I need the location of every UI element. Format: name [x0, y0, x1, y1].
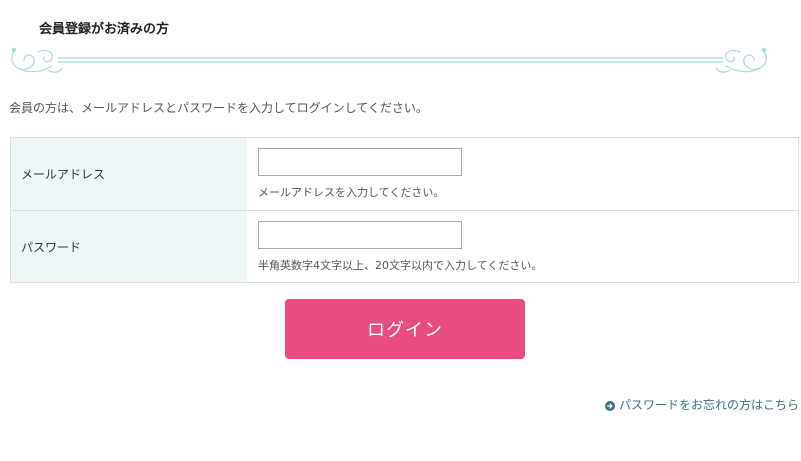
section-title: 会員登録がお済みの方	[39, 22, 170, 37]
forgot-password-label: パスワードをお忘れの方はこちら	[618, 398, 799, 412]
password-field[interactable]	[258, 221, 462, 249]
intro-text: 会員の方は、メールアドレスとパスワードを入力してログインしてください。	[9, 101, 428, 115]
email-hint: メールアドレスを入力してください。	[258, 186, 445, 199]
password-label: パスワード	[21, 240, 82, 254]
email-label-cell: メールアドレス	[11, 138, 247, 210]
decorative-divider	[11, 47, 767, 73]
login-page: 会員登録がお済みの方 会員の方は、メールアドレスとパスワードを入力してログインし…	[0, 0, 801, 461]
email-label: メールアドレス	[21, 167, 106, 182]
email-row: メールアドレス メールアドレスを入力してください。	[11, 138, 798, 211]
circle-arrow-right-icon	[604, 400, 615, 411]
password-input-cell: 半角英数字4文字以上、20文字以内で入力してください。	[247, 211, 798, 282]
password-label-cell: パスワード	[11, 211, 247, 282]
forgot-password-link[interactable]: パスワードをお忘れの方はこちら	[604, 396, 799, 413]
login-button[interactable]: ログイン	[285, 299, 525, 359]
password-row: パスワード 半角英数字4文字以上、20文字以内で入力してください。	[11, 211, 798, 282]
login-form-table: メールアドレス メールアドレスを入力してください。 パスワード 半角英数字4文字…	[10, 137, 799, 283]
email-field[interactable]	[258, 148, 462, 176]
email-input-cell: メールアドレスを入力してください。	[247, 138, 798, 210]
password-hint: 半角英数字4文字以上、20文字以内で入力してください。	[258, 259, 543, 272]
